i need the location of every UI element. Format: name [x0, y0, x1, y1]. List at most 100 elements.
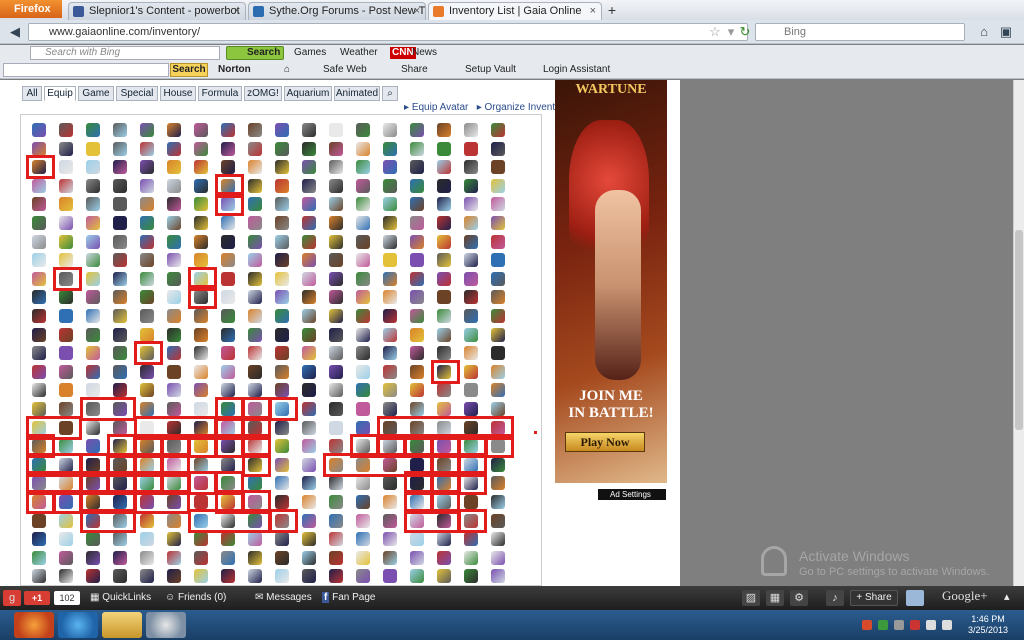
- inventory-item[interactable]: [326, 270, 346, 288]
- inventory-item[interactable]: [218, 530, 238, 548]
- tab-house[interactable]: House: [160, 86, 196, 101]
- new-tab-button[interactable]: +: [603, 3, 621, 19]
- inventory-item[interactable]: [110, 512, 130, 530]
- tab-zomg[interactable]: zOMG!: [244, 86, 282, 101]
- inventory-item[interactable]: [434, 140, 454, 158]
- back-arrow-icon[interactable]: ◀: [6, 23, 24, 41]
- inventory-item[interactable]: [218, 140, 238, 158]
- inventory-item[interactable]: [488, 419, 508, 437]
- inventory-item[interactable]: [29, 493, 49, 511]
- inventory-item[interactable]: [272, 214, 292, 232]
- inventory-item[interactable]: [380, 381, 400, 399]
- inventory-item[interactable]: [29, 474, 49, 492]
- tab-game[interactable]: Game: [78, 86, 114, 101]
- inventory-item[interactable]: [83, 363, 103, 381]
- inventory-item[interactable]: [272, 493, 292, 511]
- inventory-item[interactable]: [218, 363, 238, 381]
- inventory-item[interactable]: [137, 567, 157, 585]
- inventory-item[interactable]: [461, 121, 481, 139]
- inventory-item[interactable]: [461, 307, 481, 325]
- inventory-item[interactable]: [137, 177, 157, 195]
- inventory-item[interactable]: [29, 567, 49, 585]
- inventory-item[interactable]: [56, 121, 76, 139]
- inventory-item[interactable]: [137, 549, 157, 567]
- inventory-item[interactable]: [110, 363, 130, 381]
- inventory-item[interactable]: [434, 363, 454, 381]
- inventory-item[interactable]: [29, 381, 49, 399]
- inventory-item[interactable]: [272, 419, 292, 437]
- inventory-item[interactable]: [299, 140, 319, 158]
- inventory-item[interactable]: [326, 363, 346, 381]
- inventory-item[interactable]: [407, 233, 427, 251]
- inventory-item[interactable]: [434, 549, 454, 567]
- collapse-arrow-icon[interactable]: ▴: [1004, 591, 1010, 603]
- inventory-item[interactable]: [353, 233, 373, 251]
- inventory-item[interactable]: [488, 456, 508, 474]
- inventory-item[interactable]: [56, 419, 76, 437]
- inventory-item[interactable]: [137, 307, 157, 325]
- inventory-item[interactable]: [272, 381, 292, 399]
- inventory-item[interactable]: [326, 474, 346, 492]
- inventory-item[interactable]: [407, 363, 427, 381]
- inventory-item[interactable]: [434, 419, 454, 437]
- inventory-item[interactable]: [110, 158, 130, 176]
- inventory-item[interactable]: [29, 233, 49, 251]
- inventory-item[interactable]: [488, 437, 508, 455]
- inventory-item[interactable]: [191, 512, 211, 530]
- inventory-item[interactable]: [191, 307, 211, 325]
- inventory-item[interactable]: [29, 512, 49, 530]
- inventory-item[interactable]: [299, 158, 319, 176]
- inventory-item[interactable]: [272, 288, 292, 306]
- inventory-item[interactable]: [461, 233, 481, 251]
- inventory-item[interactable]: [380, 326, 400, 344]
- inventory-item[interactable]: [488, 121, 508, 139]
- inventory-item[interactable]: [218, 121, 238, 139]
- inventory-item[interactable]: [218, 251, 238, 269]
- inventory-item[interactable]: [272, 512, 292, 530]
- inventory-item[interactable]: [380, 456, 400, 474]
- inventory-item[interactable]: [272, 307, 292, 325]
- inventory-item[interactable]: [407, 419, 427, 437]
- inventory-item[interactable]: [29, 251, 49, 269]
- inventory-item[interactable]: [110, 549, 130, 567]
- inventory-item[interactable]: [245, 344, 265, 362]
- inventory-item[interactable]: [461, 456, 481, 474]
- inventory-item[interactable]: [353, 344, 373, 362]
- inventory-item[interactable]: [218, 419, 238, 437]
- inventory-item[interactable]: [110, 270, 130, 288]
- inventory-item[interactable]: [110, 140, 130, 158]
- inventory-item[interactable]: [380, 307, 400, 325]
- tab-animated[interactable]: Animated: [334, 86, 380, 101]
- inventory-item[interactable]: [407, 493, 427, 511]
- inventory-item[interactable]: [83, 288, 103, 306]
- inventory-item[interactable]: [110, 344, 130, 362]
- inventory-item[interactable]: [299, 214, 319, 232]
- inventory-item[interactable]: [461, 140, 481, 158]
- inventory-item[interactable]: [353, 270, 373, 288]
- inventory-item[interactable]: [191, 493, 211, 511]
- safe-web-button[interactable]: Safe Web: [323, 64, 367, 76]
- inventory-item[interactable]: [326, 214, 346, 232]
- internet-explorer-icon[interactable]: [58, 612, 98, 638]
- inventory-item[interactable]: [299, 177, 319, 195]
- inventory-item[interactable]: [218, 381, 238, 399]
- inventory-item[interactable]: [56, 214, 76, 232]
- inventory-item[interactable]: [191, 195, 211, 213]
- inventory-item[interactable]: [380, 437, 400, 455]
- inventory-item[interactable]: [56, 288, 76, 306]
- inventory-item[interactable]: [245, 363, 265, 381]
- inventory-item[interactable]: [407, 251, 427, 269]
- inventory-item[interactable]: [56, 326, 76, 344]
- friends-button[interactable]: ☺ Friends (0): [165, 592, 226, 604]
- inventory-item[interactable]: [137, 400, 157, 418]
- inventory-item[interactable]: [191, 177, 211, 195]
- inventory-item[interactable]: [326, 512, 346, 530]
- bing-search-input[interactable]: Search with Bing: [30, 46, 220, 60]
- inventory-item[interactable]: [29, 158, 49, 176]
- system-clock[interactable]: 1:46 PM 3/25/2013: [955, 614, 1021, 636]
- inventory-item[interactable]: [488, 251, 508, 269]
- inventory-item[interactable]: [191, 530, 211, 548]
- inventory-item[interactable]: [434, 177, 454, 195]
- inventory-item[interactable]: [29, 288, 49, 306]
- inventory-item[interactable]: [380, 251, 400, 269]
